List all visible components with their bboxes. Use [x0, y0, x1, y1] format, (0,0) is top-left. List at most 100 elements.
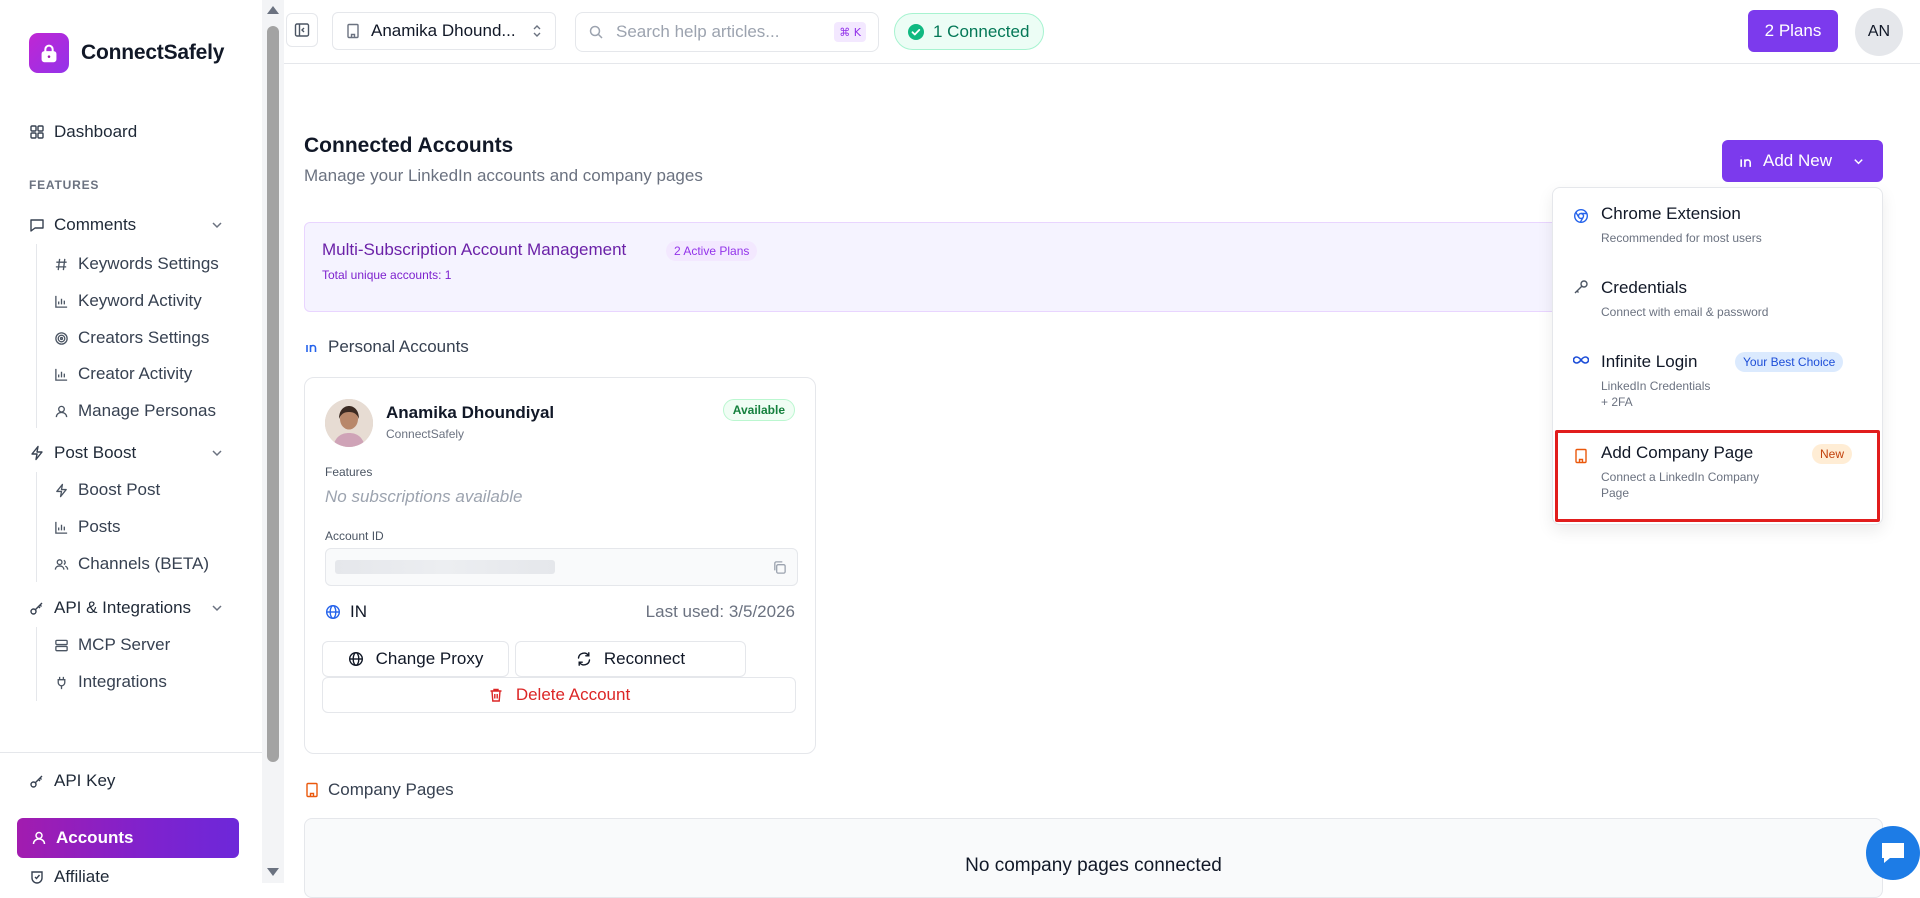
nav-creator-activity-label: Creator Activity [78, 364, 193, 383]
chat-support-button[interactable] [1866, 826, 1920, 880]
search-placeholder: Search help articles... [616, 22, 780, 41]
lightning-icon [54, 483, 69, 498]
page-title: Connected Accounts [304, 134, 514, 157]
refresh-icon [576, 651, 592, 667]
infinity-icon [1573, 352, 1589, 368]
sidebar: ConnectSafely Dashboard FEATURES Comment… [0, 0, 284, 886]
key-icon [29, 600, 45, 616]
features-section-label: FEATURES [29, 178, 100, 192]
chevron-down-icon[interactable] [210, 601, 224, 615]
nav-affiliate[interactable]: Affiliate [29, 865, 109, 889]
nav-mcp-server-label: MCP Server [78, 635, 171, 654]
nav-manage-personas[interactable]: Manage Personas [54, 399, 216, 423]
account-id-redacted-value [335, 560, 555, 574]
menu-item-credentials[interactable]: Credentials Connect with email & passwor… [1553, 262, 1882, 336]
menu-item-description: Recommended for most users [1601, 231, 1762, 245]
nav-integrations-label: Integrations [78, 672, 167, 691]
nav-api-integrations[interactable]: API & Integrations [29, 596, 191, 620]
add-new-button[interactable]: Add New [1722, 140, 1883, 182]
delete-account-button[interactable]: Delete Account [322, 677, 796, 713]
nav-post-boost[interactable]: Post Boost [29, 441, 136, 465]
plug-icon [54, 675, 69, 690]
key-icon [29, 773, 45, 789]
chevron-down-icon[interactable] [210, 218, 224, 232]
nav-boost-post-label: Boost Post [78, 480, 161, 499]
check-circle-icon [907, 23, 925, 41]
best-choice-badge: Your Best Choice [1735, 352, 1844, 372]
company-pages-empty-state: No company pages connected [304, 818, 1883, 898]
lock-logo-icon [29, 33, 69, 73]
comment-icon [29, 217, 45, 233]
company-pages-heading: Company Pages [304, 780, 454, 800]
linkedin-icon [1738, 153, 1755, 170]
search-input[interactable]: Search help articles... ⌘ K [575, 12, 879, 52]
user-icon [31, 830, 47, 846]
chrome-icon [1573, 208, 1589, 224]
company-pages-label: Company Pages [328, 780, 454, 799]
copy-icon[interactable] [772, 560, 787, 575]
hash-icon [54, 257, 69, 272]
plans-button[interactable]: 2 Plans [1748, 10, 1838, 52]
reconnect-button[interactable]: Reconnect [515, 641, 746, 677]
scrollbar-thumb[interactable] [267, 26, 279, 762]
lightning-icon [29, 445, 45, 461]
dashboard-grid-icon [29, 124, 45, 140]
workspace-select[interactable]: Anamika Dhound... [332, 12, 556, 50]
no-company-pages-text: No company pages connected [965, 855, 1222, 876]
bar-chart-icon [54, 367, 69, 382]
nav-dashboard[interactable]: Dashboard [29, 120, 137, 144]
sidebar-scrollbar[interactable] [262, 0, 284, 883]
connection-status-badge[interactable]: 1 Connected [894, 13, 1045, 50]
scroll-down-arrow-icon[interactable] [267, 868, 279, 876]
highlight-box [1555, 430, 1880, 522]
search-shortcut-badge: ⌘ K [834, 22, 866, 42]
search-icon [588, 24, 604, 40]
bar-chart-icon [54, 520, 69, 535]
nav-channels[interactable]: Channels (BETA) [54, 552, 209, 576]
top-header: Anamika Dhound... Search help articles..… [284, 0, 1920, 64]
nav-keywords-settings[interactable]: Keywords Settings [54, 252, 219, 276]
menu-item-chrome-extension[interactable]: Chrome Extension Recommended for most us… [1553, 188, 1882, 262]
sidebar-divider [0, 752, 264, 753]
nav-posts[interactable]: Posts [54, 515, 121, 539]
chevron-down-icon[interactable] [210, 446, 224, 460]
nav-integrations[interactable]: Integrations [54, 670, 167, 694]
reconnect-label: Reconnect [603, 649, 686, 668]
sidebar-toggle-button[interactable] [286, 13, 318, 47]
page-subtitle: Manage your LinkedIn accounts and compan… [304, 166, 703, 185]
connection-status-label: 1 Connected [933, 21, 1030, 41]
unique-accounts-count: Total unique accounts: 1 [322, 268, 452, 282]
delete-account-label: Delete Account [515, 685, 631, 704]
nav-keywords-settings-label: Keywords Settings [78, 254, 219, 273]
nav-accounts[interactable]: Accounts [17, 818, 239, 858]
nav-comments[interactable]: Comments [29, 213, 136, 237]
nav-mcp-server[interactable]: MCP Server [54, 633, 170, 657]
target-icon [54, 331, 69, 346]
account-avatar [325, 399, 373, 447]
nav-affiliate-label: Affiliate [54, 867, 110, 886]
add-new-dropdown-menu: Chrome Extension Recommended for most us… [1552, 187, 1883, 525]
brand[interactable]: ConnectSafely [29, 33, 224, 73]
nav-creators-settings[interactable]: Creators Settings [54, 326, 209, 350]
building-icon [304, 782, 320, 798]
scroll-up-arrow-icon[interactable] [267, 6, 279, 14]
linkedin-icon [304, 339, 320, 355]
user-avatar[interactable]: AN [1855, 8, 1903, 56]
menu-item-title: Credentials [1601, 278, 1687, 297]
trash-icon [488, 687, 504, 703]
nav-api-integrations-label: API & Integrations [54, 598, 192, 617]
nav-boost-post[interactable]: Boost Post [54, 478, 160, 502]
nav-keyword-activity[interactable]: Keyword Activity [54, 289, 202, 313]
nav-post-boost-label: Post Boost [54, 443, 137, 462]
change-proxy-button[interactable]: Change Proxy [322, 641, 509, 677]
menu-item-infinite-login[interactable]: Infinite Login Your Best Choice LinkedIn… [1553, 336, 1882, 430]
last-used-date: Last used: 3/5/2026 [645, 602, 795, 621]
panel-left-icon [294, 22, 310, 38]
server-icon [54, 638, 69, 653]
building-icon [345, 23, 361, 39]
menu-item-title: Infinite Login [1601, 352, 1698, 371]
account-id-field[interactable] [325, 548, 798, 586]
nav-creator-activity[interactable]: Creator Activity [54, 362, 192, 386]
nav-api-key[interactable]: API Key [29, 769, 115, 793]
country-code: IN [350, 602, 367, 621]
